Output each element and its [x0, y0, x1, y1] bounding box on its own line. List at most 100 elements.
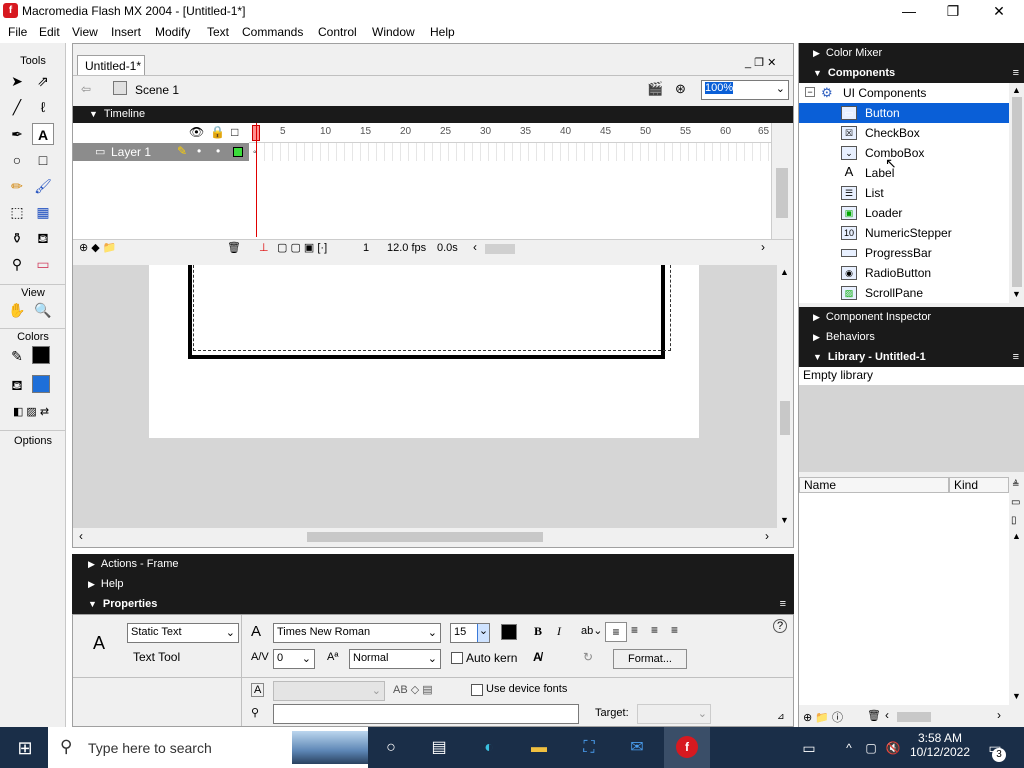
center-frame-icon[interactable]: ⊥ [259, 241, 269, 254]
chevron-down-icon[interactable]: ⌄ [477, 624, 489, 642]
wide-view-icon[interactable]: ▭ [1011, 497, 1020, 508]
selectable-icon[interactable]: AB ◇ ▤ [393, 683, 433, 696]
lasso-tool-icon[interactable]: ℓ [32, 96, 54, 118]
component-inspector-header[interactable]: ▶ Component Inspector [799, 307, 1024, 327]
scroll-up-icon[interactable]: ▲ [1012, 531, 1021, 541]
free-transform-tool-icon[interactable]: ⬚ [6, 201, 28, 223]
scroll-left-icon[interactable]: ‹ [473, 240, 477, 254]
doc-window-controls[interactable]: _ ❐ ✕ [745, 56, 776, 69]
actions-panel-header[interactable]: ▶ Actions - Frame [72, 554, 794, 574]
layer-name[interactable]: Layer 1 [111, 145, 151, 159]
lock-dot-icon[interactable]: • [216, 144, 220, 158]
menu-help[interactable]: Help [430, 25, 455, 39]
format-options-icon[interactable]: A̸ [533, 650, 542, 664]
scroll-left-icon[interactable]: ‹ [79, 529, 83, 543]
stroke-color-swatch[interactable] [32, 346, 50, 364]
url-link-input[interactable] [273, 704, 579, 724]
scroll-thumb[interactable] [307, 532, 543, 542]
close-button[interactable]: ✕ [976, 0, 1022, 22]
pencil-tool-icon[interactable]: ✏ [6, 175, 28, 197]
oval-tool-icon[interactable]: ○ [6, 149, 28, 171]
zoom-select[interactable]: 100% ⌄ [701, 80, 789, 100]
bold-icon[interactable]: B [534, 624, 542, 639]
scroll-thumb[interactable] [897, 712, 931, 722]
rectangle-tool-icon[interactable]: □ [32, 149, 54, 171]
scroll-right-icon[interactable]: › [997, 708, 1001, 722]
align-center-icon[interactable]: ≡ [631, 623, 638, 637]
component-button[interactable]: ▭ Button [799, 103, 1009, 123]
menu-control[interactable]: Control [318, 25, 357, 39]
library-header[interactable]: ▼ Library - Untitled-1 ≡ [799, 347, 1024, 367]
scroll-thumb[interactable] [1012, 97, 1022, 287]
menu-window[interactable]: Window [372, 25, 415, 39]
help-icon[interactable]: ? [773, 619, 787, 633]
target-select[interactable]: ⌄ [637, 704, 711, 724]
edge-browser-icon[interactable]: ◐ [476, 735, 502, 761]
scroll-thumb[interactable] [776, 168, 788, 218]
store-icon[interactable]: ⛶ [576, 735, 602, 761]
resize-icon[interactable]: ⊿ [777, 711, 785, 722]
column-header-name[interactable]: Name [799, 477, 949, 493]
components-header[interactable]: ▼ Components ≡ [799, 63, 1024, 83]
pen-tool-icon[interactable]: ✒ [6, 123, 28, 145]
widgets-icon[interactable]: ▤ [426, 735, 452, 761]
italic-icon[interactable]: I [557, 624, 561, 639]
library-list[interactable] [799, 493, 1009, 705]
character-position-select[interactable]: Normal ⌄ [349, 649, 441, 669]
align-right-icon[interactable]: ≡ [651, 623, 658, 637]
component-scrollpane[interactable]: ▨ ScrollPane [799, 283, 1009, 303]
layer-row[interactable]: ▭ Layer 1 ✎ • • [73, 143, 249, 161]
file-explorer-icon[interactable]: ▬ [526, 735, 552, 761]
tracking-input[interactable]: 0 ⌄ [273, 649, 315, 669]
eyedropper-tool-icon[interactable]: ⚲ [6, 253, 28, 275]
edit-symbols-icon[interactable]: ⊛ [675, 81, 686, 97]
collapse-box-icon[interactable]: − [805, 87, 815, 97]
color-swap-icons[interactable]: ◧ ▨ ⇄ [6, 401, 56, 423]
add-layer-icons[interactable]: ⊕ ◆ 📁 [79, 241, 117, 254]
paint-bucket-tool-icon[interactable]: ⛾ [32, 227, 54, 249]
timeline-header[interactable]: ▼ Timeline [73, 106, 793, 123]
component-checkbox[interactable]: ☒ CheckBox [799, 123, 1009, 143]
frames-row[interactable]: ◦ [249, 123, 771, 237]
volume-icon[interactable]: 🔇 [880, 735, 906, 761]
delete-layer-icon[interactable]: 🗑 [227, 241, 241, 254]
outline-color-icon[interactable] [233, 147, 243, 157]
scroll-right-icon[interactable]: › [765, 529, 769, 543]
component-radiobutton[interactable]: ◉ RadioButton [799, 263, 1009, 283]
menu-view[interactable]: View [72, 25, 98, 39]
panel-menu-icon[interactable]: ≡ [780, 594, 786, 614]
timeline-hscroll-thumb[interactable] [485, 244, 515, 254]
stage-canvas[interactable] [149, 265, 699, 438]
stage-hscroll[interactable]: ‹ › [73, 528, 793, 547]
format-button[interactable]: Format... [613, 649, 687, 669]
scroll-left-icon[interactable]: ‹ [885, 708, 889, 722]
tab-untitled-1[interactable]: Untitled-1* [77, 55, 145, 75]
use-device-fonts-checkbox[interactable] [471, 684, 483, 696]
visibility-dot-icon[interactable]: • [197, 144, 201, 158]
narrow-view-icon[interactable]: ▯ [1011, 515, 1017, 526]
scroll-down-icon[interactable]: ▼ [780, 515, 789, 525]
fill-transform-tool-icon[interactable]: ▦ [32, 201, 54, 223]
timeline-vscroll[interactable] [771, 123, 793, 241]
text-tool-icon[interactable]: A [32, 123, 54, 145]
restore-button[interactable]: ❐ [930, 0, 976, 22]
component-combobox[interactable]: ⌄ ComboBox [799, 143, 1009, 163]
component-progressbar[interactable]: ProgressBar [799, 243, 1009, 263]
menu-modify[interactable]: Modify [155, 25, 190, 39]
auto-kern-checkbox[interactable] [451, 652, 463, 664]
keyboard-icon[interactable]: ▭ [796, 735, 822, 761]
search-box[interactable]: ⚲ Type here to search [48, 727, 368, 768]
sort-icon[interactable]: ≜ [1012, 479, 1020, 490]
components-vscroll[interactable]: ▲ ▼ [1009, 83, 1024, 303]
scroll-up-icon[interactable]: ▲ [780, 267, 789, 277]
onion-skin-icons[interactable]: ▢ ▢ ▣ [·] [277, 241, 327, 254]
arrow-tool-icon[interactable]: ➤ [6, 70, 28, 92]
minimize-button[interactable]: — [886, 0, 932, 22]
text-direction-icon[interactable]: ab⌄ [581, 624, 602, 637]
panel-menu-icon[interactable]: ≡ [1013, 63, 1019, 83]
scroll-down-icon[interactable]: ▼ [1012, 691, 1021, 701]
component-list[interactable]: ☰ List [799, 183, 1009, 203]
subselect-tool-icon[interactable]: ⇗ [32, 70, 54, 92]
mail-icon[interactable]: ✉ [624, 735, 650, 761]
clock[interactable]: 3:58 AM 10/12/2022 [908, 731, 972, 759]
